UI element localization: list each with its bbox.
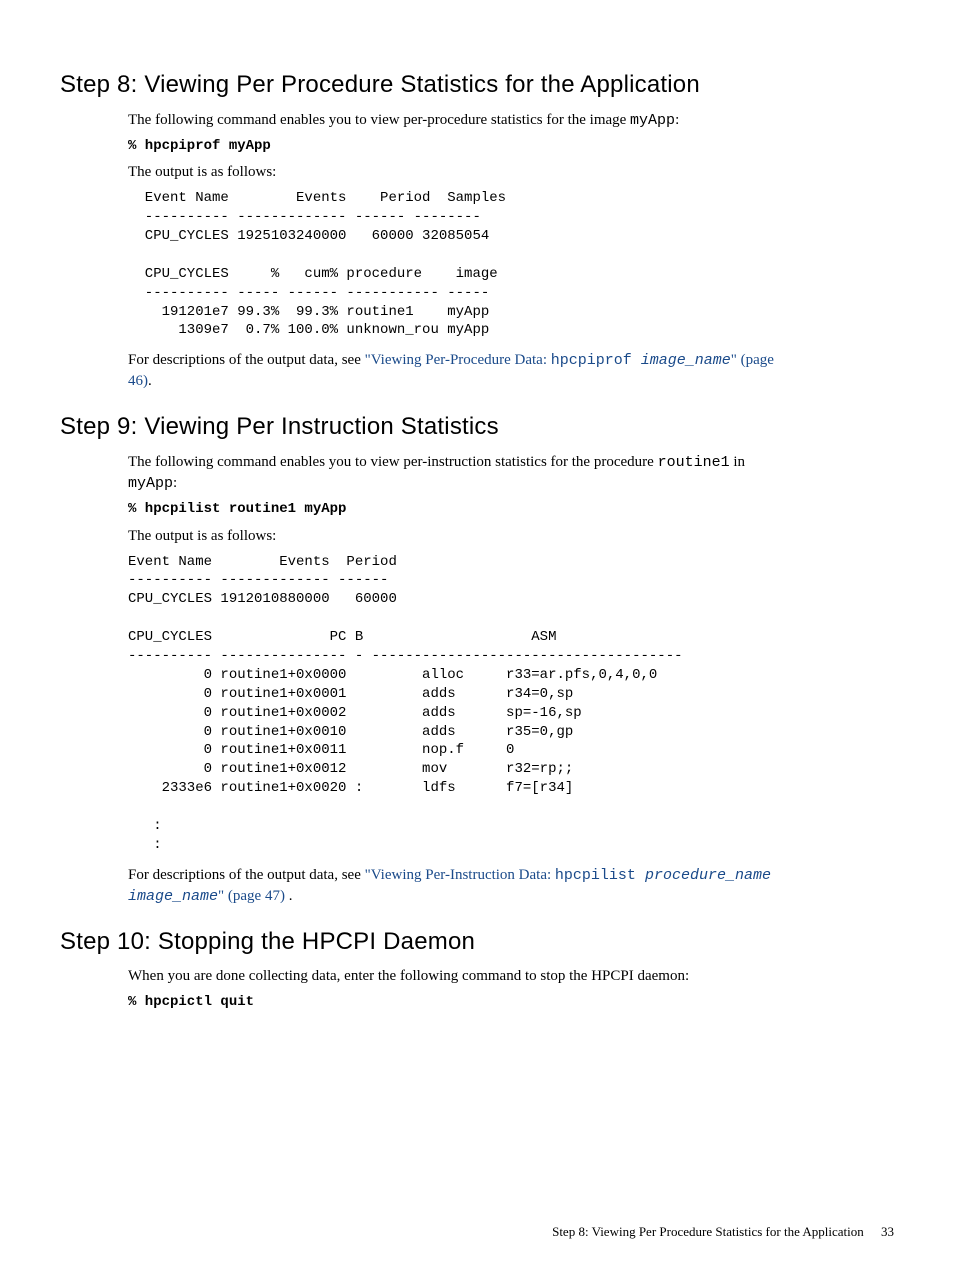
page-footer: Step 8: Viewing Per Procedure Statistics… <box>552 1223 894 1241</box>
step8-output-label: The output is as follows: <box>128 162 774 183</box>
step8-body: The following command enables you to vie… <box>128 110 774 393</box>
footer-text: Step 8: Viewing Per Procedure Statistics… <box>552 1224 864 1239</box>
step9-command: % hpcpilist routine1 myApp <box>128 500 774 520</box>
step9-intro-a: The following command enables you to vie… <box>128 454 658 470</box>
step10-heading: Step 10: Stopping the HPCPI Daemon <box>60 925 774 959</box>
step9-link-mono: hpcpilist <box>555 867 645 884</box>
step9-desc-a: For descriptions of the output data, see <box>128 867 365 883</box>
step10-intro: When you are done collecting data, enter… <box>128 966 774 987</box>
step9-output: Event Name Events Period ---------- ----… <box>128 553 774 855</box>
step9-output-label: The output is as follows: <box>128 526 774 547</box>
step8-link-mono: hpcpiprof <box>551 352 641 369</box>
step8-desc-a: For descriptions of the output data, see <box>128 352 365 368</box>
step8-intro-appname: myApp <box>630 112 675 129</box>
step10-body: When you are done collecting data, enter… <box>128 966 774 1013</box>
step9-intro-app: myApp <box>128 475 173 492</box>
step10-command: % hpcpictl quit <box>128 993 774 1013</box>
step8-command: % hpcpiprof myApp <box>128 137 774 157</box>
step8-heading: Step 8: Viewing Per Procedure Statistics… <box>60 68 774 102</box>
step8-desc: For descriptions of the output data, see… <box>128 350 774 392</box>
step9-body: The following command enables you to vie… <box>128 452 774 907</box>
step9-intro-e: : <box>173 475 177 491</box>
step9-heading: Step 9: Viewing Per Instruction Statisti… <box>60 410 774 444</box>
step9-intro-c: in <box>730 454 745 470</box>
step9-desc-b: . <box>289 888 293 904</box>
step8-output: Event Name Events Period Samples -------… <box>128 189 774 340</box>
step8-intro-a: The following command enables you to vie… <box>128 112 630 128</box>
step8-intro-c: : <box>675 112 679 128</box>
step9-link-a: "Viewing Per-Instruction Data: <box>365 867 555 883</box>
step8-link-a: "Viewing Per-Procedure Data: <box>365 352 551 368</box>
step8-desc-b: . <box>148 373 152 389</box>
step9-desc: For descriptions of the output data, see… <box>128 865 774 907</box>
footer-page-number: 33 <box>881 1224 894 1239</box>
step8-intro: The following command enables you to vie… <box>128 110 774 131</box>
step9-intro-proc: routine1 <box>658 454 730 471</box>
step9-link-b: " (page 47) <box>218 888 289 904</box>
step9-intro: The following command enables you to vie… <box>128 452 774 494</box>
step8-link-ital: image_name <box>641 352 731 369</box>
